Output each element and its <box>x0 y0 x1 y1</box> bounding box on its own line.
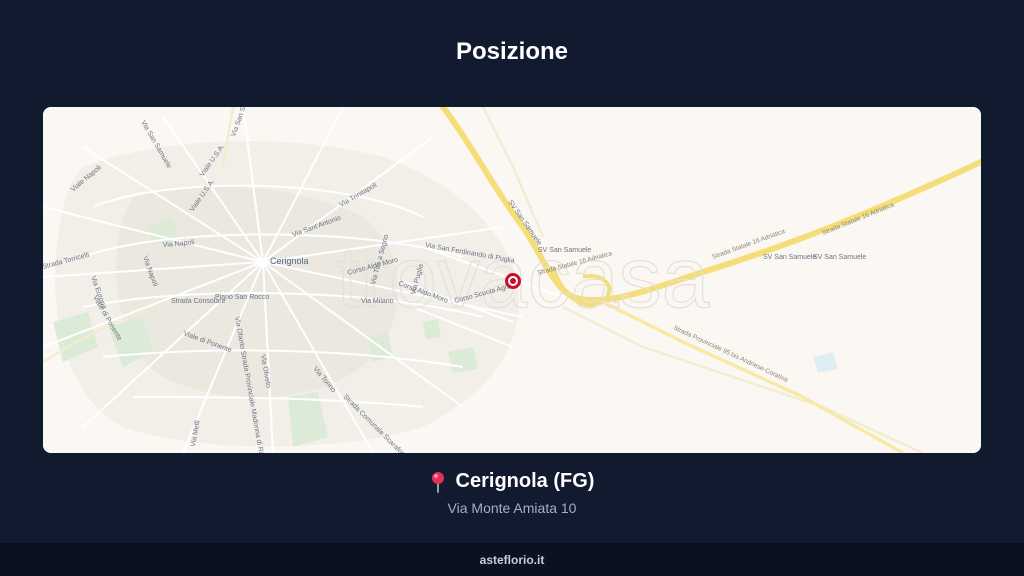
street-label: SV San Samuele <box>538 247 591 254</box>
street-label: Piano San Rocco <box>215 294 269 301</box>
page-title: Posizione <box>455 38 569 65</box>
location-marker[interactable] <box>505 273 521 289</box>
map-canvas[interactable]: trovacasa Cerignola Viale U.S.A. Viale U… <box>43 107 981 453</box>
footer: asteflorio.it <box>0 543 1024 576</box>
street-label: SV San Samuele <box>813 254 866 261</box>
map-view[interactable]: trovacasa Cerignola Viale U.S.A. Viale U… <box>43 107 981 453</box>
footer-brand[interactable]: asteflorio.it <box>480 553 545 567</box>
location-line: Cerignola (FG) <box>0 470 1024 493</box>
location-city: Cerignola (FG) <box>455 470 595 492</box>
round-pushpin-icon <box>431 471 444 493</box>
street-label: Via Milano <box>361 298 394 305</box>
street-label: SV San Samuele <box>763 254 816 261</box>
map-watermark: trovacasa <box>337 230 710 326</box>
location-address: Via Monte Amiata 10 <box>447 500 577 516</box>
city-label: Cerignola <box>270 256 309 266</box>
